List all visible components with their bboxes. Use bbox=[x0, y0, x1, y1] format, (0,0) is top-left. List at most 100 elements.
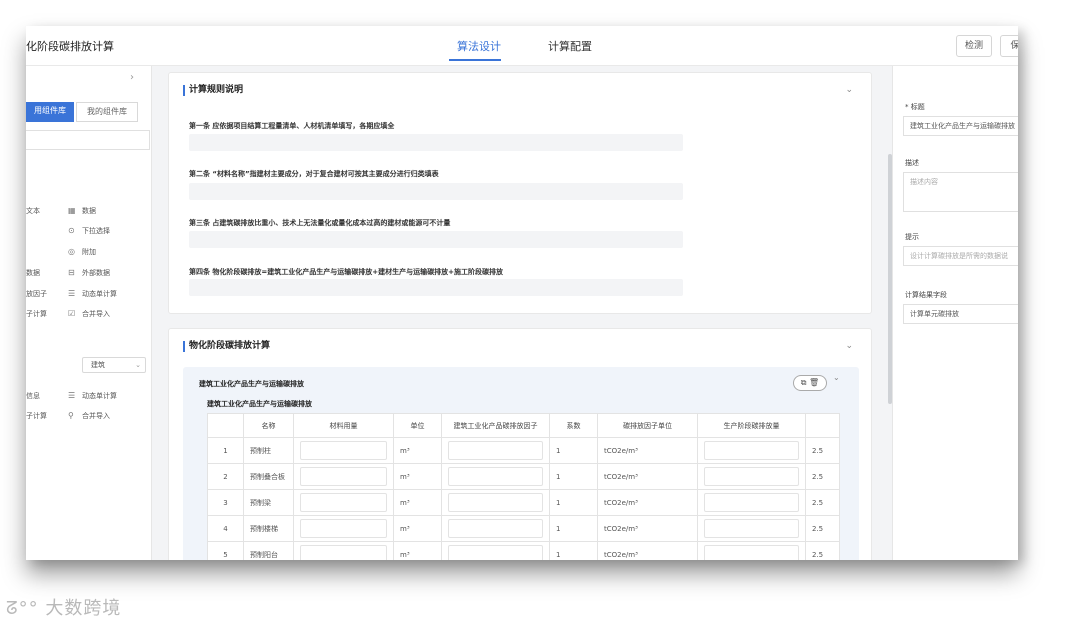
watermark: ᘔ°° 大数跨境 bbox=[6, 598, 122, 619]
input-box[interactable] bbox=[300, 467, 387, 486]
component-merge-import[interactable]: ☑ 合并导入 bbox=[68, 309, 110, 319]
col-header: 系数 bbox=[549, 413, 598, 438]
production-emission-input[interactable] bbox=[697, 515, 806, 542]
input-box[interactable] bbox=[704, 519, 799, 538]
tab-my-components[interactable]: 我的组件库 bbox=[76, 102, 138, 122]
rule-input[interactable] bbox=[189, 134, 683, 151]
rule-input[interactable] bbox=[189, 279, 683, 296]
app-window: 化阶段碳排放计算 算法设计 计算配置 检测 保 › 用组件库 我的组件库 文本 … bbox=[26, 26, 1018, 560]
unit-cell: m³ bbox=[393, 515, 442, 542]
hint-label: 提示 bbox=[905, 233, 919, 241]
input-box[interactable] bbox=[300, 493, 387, 512]
component-info[interactable]: 信息 bbox=[26, 391, 40, 401]
calc-card-title: 物化阶段碳排放计算 bbox=[183, 341, 270, 352]
save-button[interactable]: 保 bbox=[1000, 35, 1018, 57]
circle-chevron-icon: ⊙ bbox=[68, 226, 75, 235]
component-text[interactable]: 文本 bbox=[26, 206, 40, 216]
production-emission-input[interactable] bbox=[697, 463, 806, 490]
input-box[interactable] bbox=[448, 545, 543, 560]
calc-section-title: 建筑工业化产品生产与运输碳排放 bbox=[199, 380, 304, 388]
material-amount-input[interactable] bbox=[293, 463, 394, 490]
component-data-left[interactable]: 数据 bbox=[26, 268, 40, 278]
factor-unit-cell: tCO2e/m³ bbox=[597, 437, 698, 464]
rule-input[interactable] bbox=[189, 183, 683, 200]
input-box[interactable] bbox=[448, 441, 543, 460]
rule-input[interactable] bbox=[189, 231, 683, 248]
input-box[interactable] bbox=[300, 545, 387, 560]
component-external-data[interactable]: ⊟ 外部数据 bbox=[68, 268, 110, 278]
collapse-chevron-icon[interactable]: ⌄ bbox=[845, 85, 853, 95]
unit-cell: m³ bbox=[393, 463, 442, 490]
row-index: 1 bbox=[207, 437, 244, 464]
check-button[interactable]: 检测 bbox=[956, 35, 992, 57]
emission-factor-input[interactable] bbox=[441, 437, 550, 464]
title-label: * 标题 bbox=[905, 103, 925, 111]
component-sub-calc-2[interactable]: 子计算 bbox=[26, 411, 47, 421]
emission-factor-input[interactable] bbox=[441, 541, 550, 560]
desc-field[interactable]: 描述内容 bbox=[903, 172, 1018, 212]
component-dynamic-calc-2[interactable]: ☰ 动态单计算 bbox=[68, 391, 117, 401]
hint-field[interactable]: 设计计算碳排放是所需的数据说 bbox=[903, 246, 1018, 266]
rules-card-title: 计算规则说明 bbox=[183, 85, 243, 96]
production-emission-input[interactable] bbox=[697, 489, 806, 516]
input-box[interactable] bbox=[704, 467, 799, 486]
result-field[interactable]: 计算单元碳排放 bbox=[903, 304, 1018, 324]
extra-cell: 2.5 bbox=[805, 463, 840, 490]
unit-cell: m³ bbox=[393, 541, 442, 560]
component-dynamic-calc[interactable]: ☰ 动态单计算 bbox=[68, 289, 117, 299]
component-attach[interactable]: ◎ 附加 bbox=[68, 247, 96, 257]
screenshot-canvas: 化阶段碳排放计算 算法设计 计算配置 检测 保 › 用组件库 我的组件库 文本 … bbox=[0, 0, 1080, 624]
collapse-chevron-icon[interactable]: ⌄ bbox=[845, 341, 853, 351]
material-amount-input[interactable] bbox=[293, 515, 394, 542]
col-header: 单位 bbox=[393, 413, 442, 438]
production-emission-input[interactable] bbox=[697, 541, 806, 560]
input-box[interactable] bbox=[300, 519, 387, 538]
input-box[interactable] bbox=[448, 493, 543, 512]
material-amount-input[interactable] bbox=[293, 541, 394, 560]
category-select[interactable]: 建筑 ⌄ bbox=[82, 357, 146, 373]
col-header: 建筑工业化产品碳排放因子 bbox=[441, 413, 550, 438]
component-search-input[interactable] bbox=[26, 130, 150, 150]
table-row: 4 预制楼梯 m³ 1 tCO2e/m³ 2.5 bbox=[207, 515, 840, 542]
emission-factor-input[interactable] bbox=[441, 489, 550, 516]
extra-cell: 2.5 bbox=[805, 489, 840, 516]
copy-delete-icons[interactable]: ⧉ 🗑 bbox=[793, 375, 827, 391]
input-box[interactable] bbox=[704, 441, 799, 460]
title-field[interactable]: 建筑工业化产品生产与运输碳排放 bbox=[903, 116, 1018, 136]
factor-unit-cell: tCO2e/m³ bbox=[597, 463, 698, 490]
component-dropdown[interactable]: ⊙ 下拉选择 bbox=[68, 226, 110, 236]
table-row: 1 预制柱 m³ 1 tCO2e/m³ 2.5 bbox=[207, 437, 840, 464]
input-box[interactable] bbox=[448, 467, 543, 486]
calc-section: 建筑工业化产品生产与运输碳排放 ⧉ 🗑 ⌄ 建筑工业化产品生产与运输碳排放 名称 bbox=[183, 367, 859, 560]
tab-algorithm-design[interactable]: 算法设计 bbox=[457, 38, 501, 54]
coefficient-cell: 1 bbox=[549, 463, 598, 490]
component-data[interactable]: ▦ 数据 bbox=[68, 206, 96, 216]
unit-cell: m³ bbox=[393, 437, 442, 464]
properties-panel: * 标题 建筑工业化产品生产与运输碳排放 描述 描述内容 提示 设计计算碳排放是… bbox=[892, 66, 1018, 560]
emission-factor-input[interactable] bbox=[441, 463, 550, 490]
production-emission-input[interactable] bbox=[697, 437, 806, 464]
component-emission-factor[interactable]: 放因子 bbox=[26, 289, 47, 299]
component-sub-calc[interactable]: 子计算 bbox=[26, 309, 47, 319]
input-box[interactable] bbox=[704, 545, 799, 560]
factor-unit-cell: tCO2e/m³ bbox=[597, 541, 698, 560]
factor-unit-cell: tCO2e/m³ bbox=[597, 489, 698, 516]
material-amount-input[interactable] bbox=[293, 489, 394, 516]
component-merge-import-2[interactable]: ⚲ 合并导入 bbox=[68, 411, 110, 421]
col-header: 碳排放因子单位 bbox=[597, 413, 698, 438]
table-row: 5 预制阳台 m³ 1 tCO2e/m³ 2.5 bbox=[207, 541, 840, 560]
top-bar: 化阶段碳排放计算 算法设计 计算配置 检测 保 bbox=[26, 26, 1018, 66]
input-box[interactable] bbox=[300, 441, 387, 460]
col-header bbox=[207, 413, 244, 438]
material-amount-input[interactable] bbox=[293, 437, 394, 464]
section-chevron-icon[interactable]: ⌄ bbox=[833, 373, 840, 382]
chevron-right-icon[interactable]: › bbox=[130, 72, 134, 83]
input-box[interactable] bbox=[448, 519, 543, 538]
tab-common-components[interactable]: 用组件库 bbox=[26, 102, 74, 122]
input-box[interactable] bbox=[704, 493, 799, 512]
logo-icon: ᘔ°° bbox=[6, 598, 39, 619]
col-header bbox=[805, 413, 840, 438]
table-icon: ▦ bbox=[68, 206, 76, 215]
emission-factor-input[interactable] bbox=[441, 515, 550, 542]
tab-calc-config[interactable]: 计算配置 bbox=[548, 38, 592, 54]
